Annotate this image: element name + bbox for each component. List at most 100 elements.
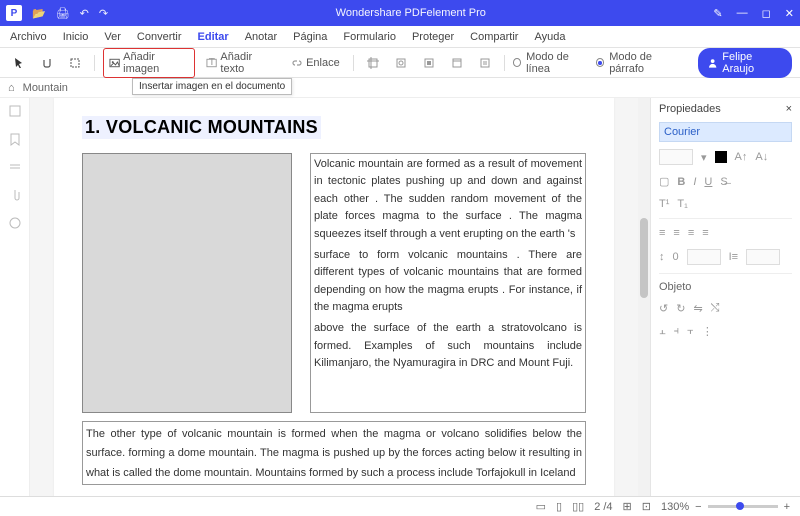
rotate-right-icon[interactable]: ↻ [676,302,685,315]
close-icon[interactable]: ✕ [785,7,794,20]
vertical-scrollbar[interactable] [638,98,650,496]
separator [659,218,792,219]
subscript-icon[interactable]: T₁ [677,198,687,210]
increase-font-icon[interactable]: A↑ [735,151,748,163]
menu-formulario[interactable]: Formulario [343,31,396,43]
zoom-slider[interactable] [708,505,778,508]
page-viewport[interactable]: 1. VOLCANIC MOUNTAINS Volcanic mountain … [30,98,638,496]
decrease-font-icon[interactable]: A↓ [755,151,768,163]
obj-align-left-icon[interactable]: ⫠ [659,325,666,338]
fit-page-icon[interactable]: ⊡ [642,500,651,513]
status-bar: ▭ ▯ ▯▯ 2 /4 ⊞ ⊡ 130% − + [0,496,800,516]
comments-icon[interactable] [8,216,22,230]
indent-input[interactable] [687,249,721,265]
layers-icon[interactable] [8,160,22,174]
doc-tab[interactable]: Mountain [23,82,68,94]
separator [659,273,792,274]
document-page: 1. VOLCANIC MOUNTAINS Volcanic mountain … [54,98,614,496]
chevron-down-icon[interactable]: ▾ [701,151,707,164]
menu-anotar[interactable]: Anotar [245,31,277,43]
menu-proteger[interactable]: Proteger [412,31,454,43]
underline-icon[interactable]: U [704,176,712,188]
menu-inicio[interactable]: Inicio [63,31,89,43]
properties-panel: Propiedades × Courier ▾ A↑ A↓ ▢ B I U S̶… [650,98,800,496]
font-selector[interactable]: Courier [659,122,792,142]
redo-icon[interactable]: ↷ [99,7,108,20]
align-left-icon[interactable]: ≡ [659,227,665,239]
bookmarks-icon[interactable] [8,132,22,146]
user-pill[interactable]: Felipe Araujo [698,48,792,78]
menu-ayuda[interactable]: Ayuda [534,31,565,43]
align-center-icon[interactable]: ≡ [673,227,679,239]
thumbnails-icon[interactable] [8,104,22,118]
rotate-left-icon[interactable]: ↺ [659,302,668,315]
page-indicator[interactable]: 2 /4 [594,501,612,513]
text-block-bottom[interactable]: The other type of volcanic mountain is f… [82,421,586,485]
view-facing-icon[interactable]: ▯▯ [572,500,584,513]
align-justify-icon[interactable]: ≡ [702,227,708,239]
menu-ver[interactable]: Ver [104,31,121,43]
obj-align-right-icon[interactable]: ⫟ [687,325,694,338]
align-right-icon[interactable]: ≡ [688,227,694,239]
panel-close-icon[interactable]: × [786,103,792,115]
header-footer-tool[interactable] [446,55,468,71]
zoom-out-icon[interactable]: − [695,501,701,513]
bold-icon[interactable]: B [677,176,685,188]
add-image-button[interactable]: Añadir imagen [103,48,195,78]
view-single-icon[interactable]: ▭ [536,500,546,513]
feedback-icon[interactable]: ✎ [713,7,722,20]
obj-distribute-icon[interactable]: ⋮ [702,325,713,338]
obj-align-center-icon[interactable]: ⫞ [674,325,680,338]
fit-width-icon[interactable]: ⊞ [623,500,632,513]
scrollbar-thumb[interactable] [640,218,648,298]
bates-tool[interactable] [474,55,496,71]
link-button[interactable]: Enlace [286,55,345,71]
line-mode-radio[interactable] [513,58,521,67]
border-icon[interactable]: ▢ [659,175,669,188]
separator [353,55,354,71]
separator [94,55,95,71]
watermark-tool[interactable] [390,55,412,71]
line-spacing-value: 0 [673,251,679,263]
attachments-icon[interactable] [8,188,22,202]
indent-value-input[interactable] [746,249,780,265]
menu-archivo[interactable]: Archivo [10,31,47,43]
pointer-tool[interactable] [8,55,30,71]
zoom-in-icon[interactable]: + [784,501,790,513]
home-icon[interactable]: ⌂ [8,82,15,94]
menu-convertir[interactable]: Convertir [137,31,182,43]
open-icon[interactable]: 📂 [32,7,46,20]
breadcrumb-bar: ⌂ Mountain [0,78,800,98]
flip-v-icon[interactable]: ⤭ [711,302,720,315]
hand-tool[interactable] [36,55,58,71]
menu-compartir[interactable]: Compartir [470,31,518,43]
print-icon[interactable]: 🖨 [56,7,70,20]
left-sidebar [0,98,30,496]
superscript-icon[interactable]: T¹ [659,198,669,210]
menu-editar[interactable]: Editar [198,31,229,43]
add-image-tooltip: Insertar imagen en el documento [132,78,292,95]
font-size-input[interactable] [659,149,693,165]
line-spacing-icon[interactable]: ↕ [659,251,665,263]
image-placeholder[interactable] [82,153,292,413]
text-color-icon[interactable] [715,151,727,163]
italic-icon[interactable]: I [693,176,696,188]
crop-tool[interactable] [362,55,384,71]
doc-heading[interactable]: 1. VOLCANIC MOUNTAINS [82,116,321,139]
workspace: 1. VOLCANIC MOUNTAINS Volcanic mountain … [0,98,800,496]
view-continuous-icon[interactable]: ▯ [556,500,562,513]
select-tool[interactable] [64,55,86,71]
text-block-right[interactable]: Volcanic mountain are formed as a result… [310,153,586,413]
menu-pagina[interactable]: Página [293,31,327,43]
para-mode-label: Modo de párrafo [609,51,684,75]
para-3: above the surface of the earth a stratov… [314,320,582,372]
minimize-icon[interactable]: — [737,7,748,19]
undo-icon[interactable]: ↶ [80,7,89,20]
indent-icon[interactable]: I≡ [729,251,738,263]
maximize-icon[interactable]: ◻ [762,7,771,20]
para-mode-radio[interactable] [596,58,604,67]
flip-h-icon[interactable]: ⇋ [693,302,702,315]
background-tool[interactable] [418,55,440,71]
strike-icon[interactable]: S̶ [720,176,727,188]
add-text-button[interactable]: T Añadir texto [201,49,280,77]
